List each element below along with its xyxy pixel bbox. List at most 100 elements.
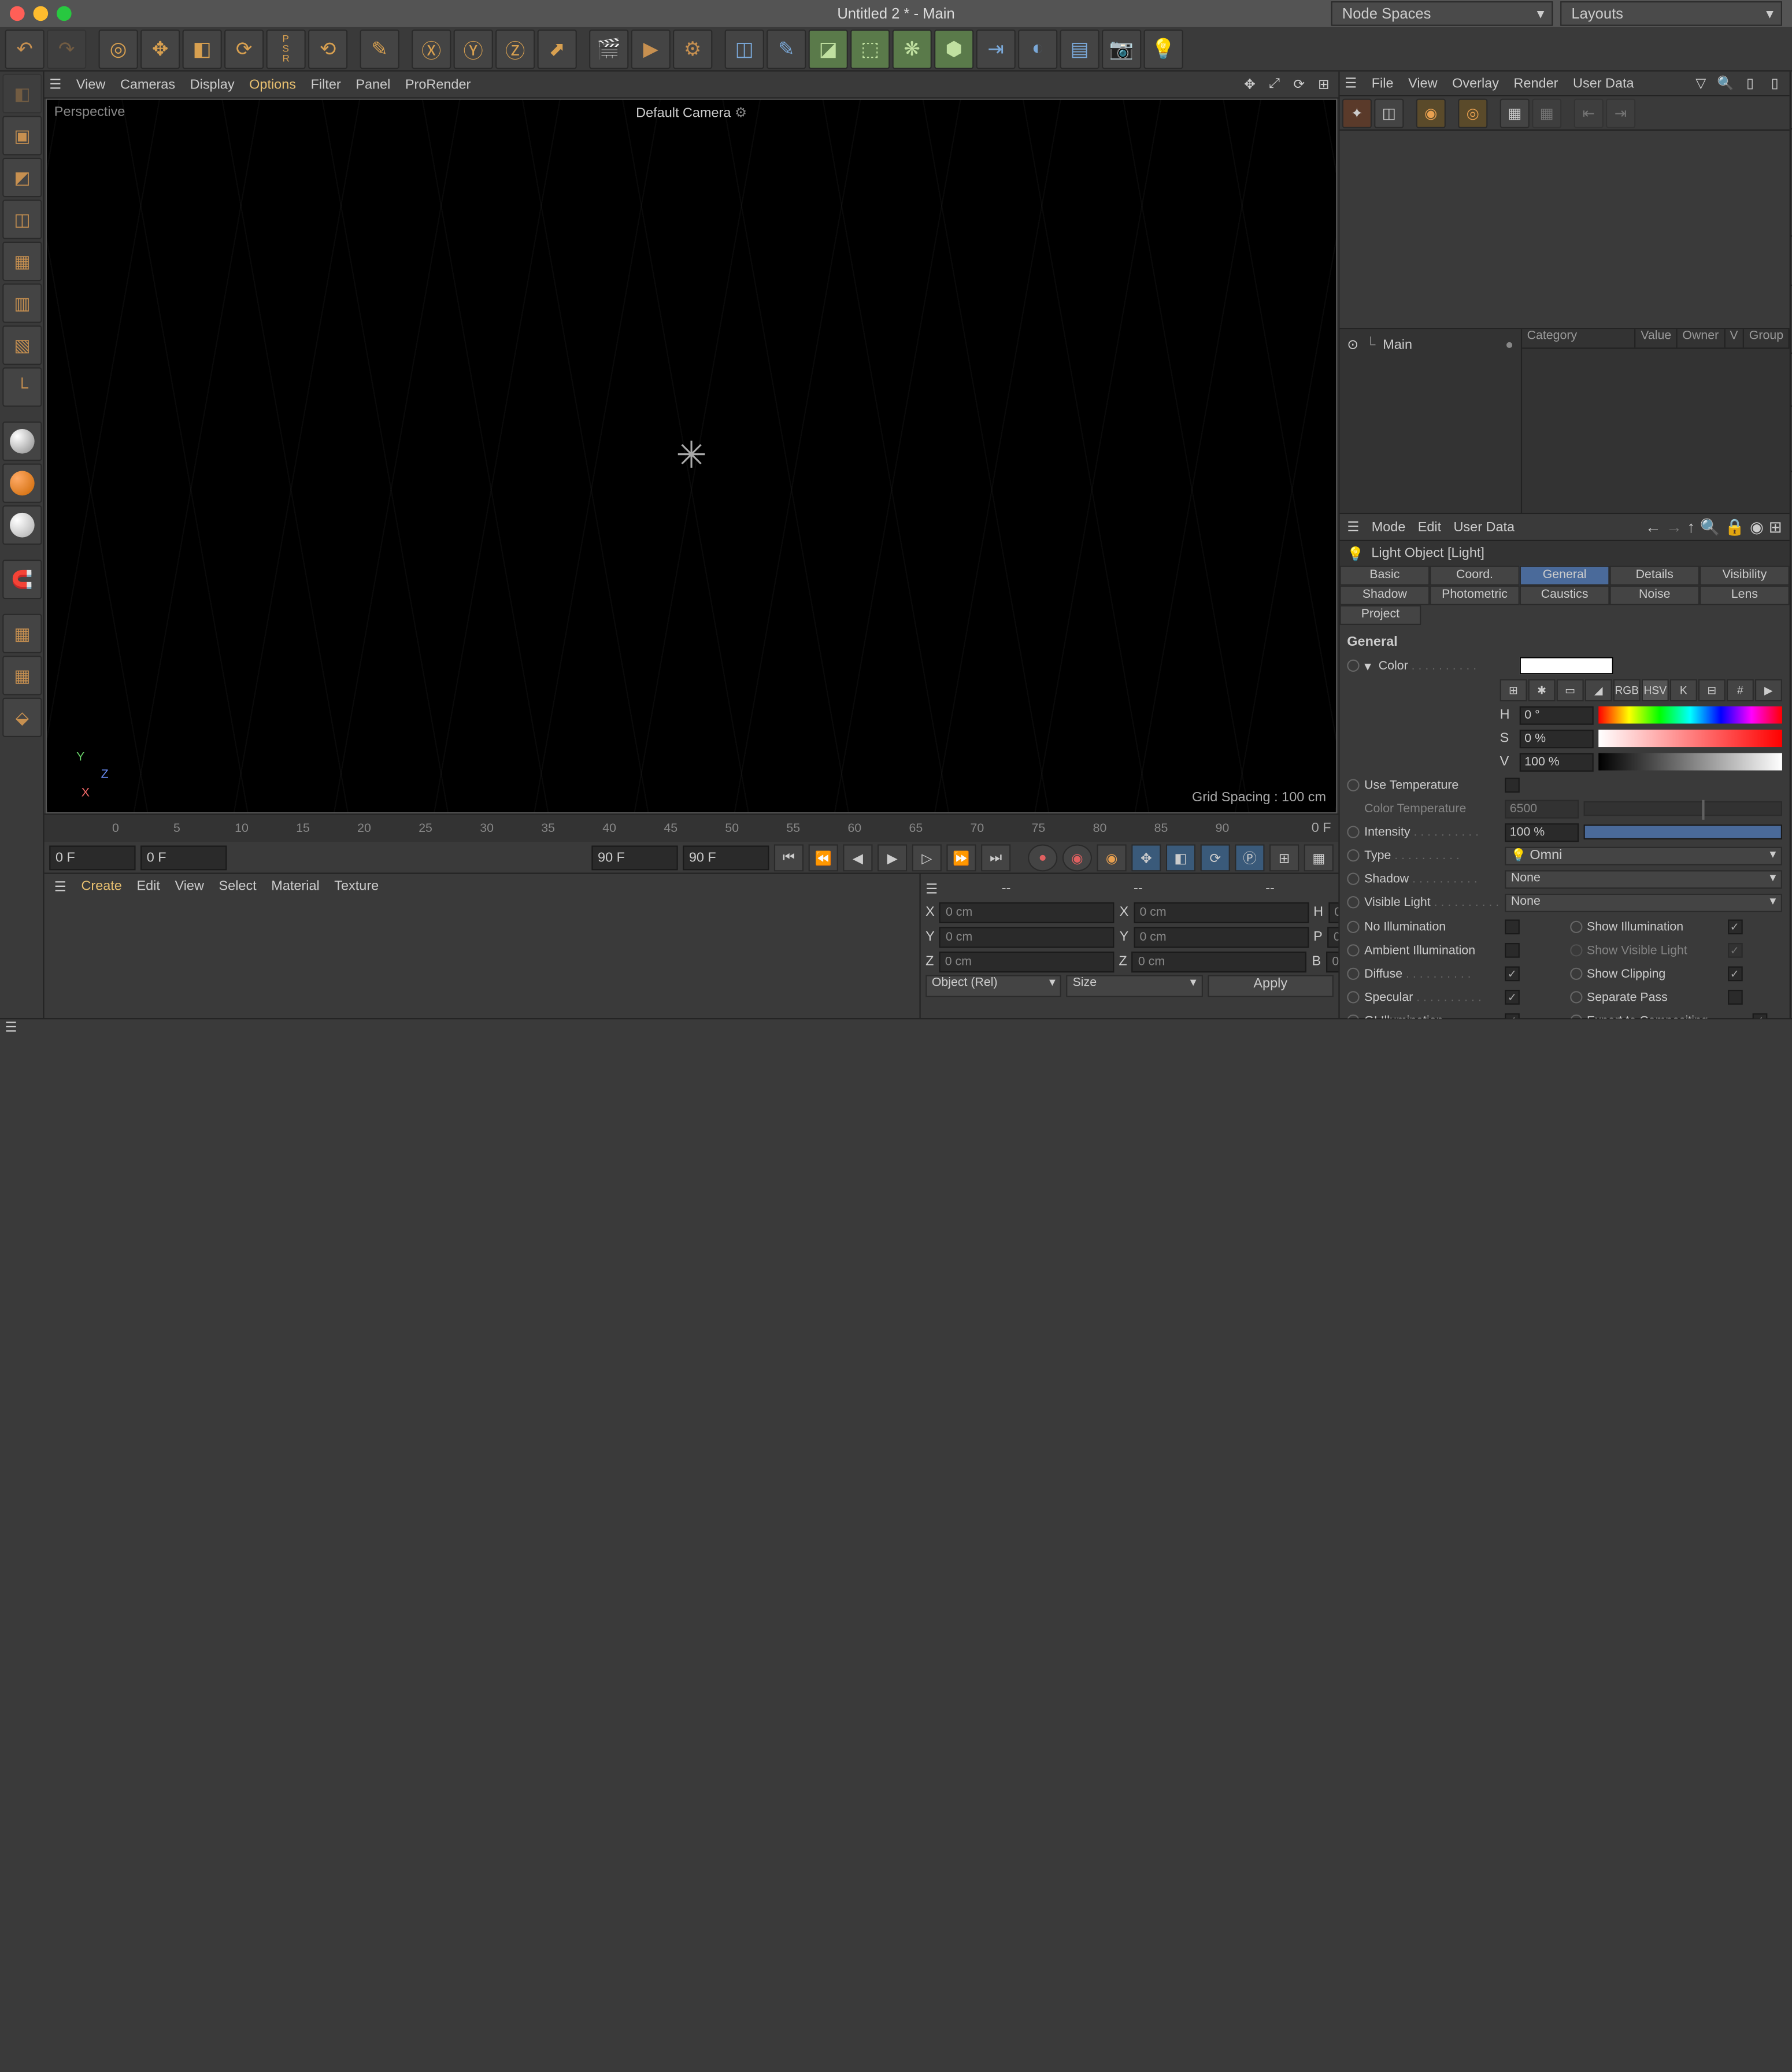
tab-general[interactable]: General bbox=[1520, 566, 1610, 586]
create-menu[interactable]: Create bbox=[81, 879, 121, 894]
view-icon[interactable]: ▯ bbox=[1740, 73, 1760, 93]
workplane-mode-button[interactable]: ◫ bbox=[2, 199, 42, 239]
tab-project[interactable]: Project bbox=[1340, 605, 1421, 625]
colormode-hex[interactable]: # bbox=[1727, 679, 1754, 701]
obj-tool-2[interactable]: ◫ bbox=[1374, 98, 1404, 127]
y-axis-toggle[interactable]: Ⓨ bbox=[454, 29, 493, 68]
hamburger-icon[interactable]: ☰ bbox=[49, 76, 61, 92]
recent-tool[interactable]: ✎ bbox=[360, 29, 399, 68]
hue-slider[interactable] bbox=[1598, 706, 1782, 724]
colormode-4[interactable]: ◢ bbox=[1585, 679, 1612, 701]
pos-y-input[interactable] bbox=[939, 926, 1115, 947]
edge-mode-button[interactable]: ▥ bbox=[2, 283, 42, 323]
tab-photometric[interactable]: Photometric bbox=[1430, 586, 1520, 605]
redo-button[interactable]: ↷ bbox=[47, 29, 86, 68]
panel-menu[interactable]: Panel bbox=[356, 77, 390, 92]
psr-tool[interactable]: PSR bbox=[266, 29, 306, 68]
z-axis-toggle[interactable]: Ⓩ bbox=[495, 29, 535, 68]
prev-key-button[interactable]: ⏪ bbox=[809, 844, 838, 871]
tab-coord[interactable]: Coord. bbox=[1430, 566, 1520, 586]
goto-start-button[interactable]: ⏮ bbox=[774, 844, 804, 871]
show-illum-checkbox[interactable] bbox=[1727, 920, 1742, 935]
colormode-1[interactable]: ⊞ bbox=[1500, 679, 1527, 701]
viewport-move-icon[interactable]: ✥ bbox=[1240, 75, 1260, 94]
render-view-button[interactable]: 🎬 bbox=[589, 29, 628, 68]
hamburger-icon[interactable]: ☰ bbox=[925, 881, 938, 897]
render-menu[interactable]: Render bbox=[1514, 76, 1558, 91]
key-scale-button[interactable]: ◧ bbox=[1166, 844, 1195, 871]
user-data-menu[interactable]: User Data bbox=[1573, 76, 1634, 91]
view-menu[interactable]: View bbox=[1408, 76, 1437, 91]
timeline-ruler[interactable]: 05 1015 2025 3035 4045 5055 6065 7075 80… bbox=[45, 815, 1339, 842]
environment-button[interactable]: ▤ bbox=[1060, 29, 1099, 68]
nav-back-icon[interactable]: ← bbox=[1645, 517, 1661, 536]
hamburger-icon[interactable]: ☰ bbox=[1345, 75, 1357, 91]
coord-size-dropdown[interactable]: Size bbox=[1067, 975, 1202, 997]
obj-tool-8[interactable]: ⇥ bbox=[1606, 98, 1635, 127]
layouts-dropdown[interactable]: Layouts bbox=[1560, 1, 1782, 26]
export-comp-checkbox[interactable] bbox=[1752, 1013, 1767, 1019]
show-clipping-checkbox[interactable] bbox=[1727, 967, 1742, 982]
camera-button[interactable]: ⇥ bbox=[976, 29, 1016, 68]
coord-mode-dropdown[interactable]: Object (Rel) bbox=[925, 975, 1061, 997]
viewport-perspective[interactable]: Perspective Default Camera ⚙ Y Z X Grid … bbox=[46, 99, 1337, 814]
intensity-slider[interactable] bbox=[1584, 824, 1782, 839]
file-menu[interactable]: File bbox=[1372, 76, 1394, 91]
type-dropdown[interactable]: 💡 Omni bbox=[1505, 846, 1782, 865]
colormode-rgb[interactable]: RGB bbox=[1613, 679, 1641, 701]
val-slider[interactable] bbox=[1598, 753, 1782, 771]
colormode-k[interactable]: K bbox=[1670, 679, 1697, 701]
visible-light-dropdown[interactable]: None bbox=[1505, 893, 1782, 912]
key-param-button[interactable]: Ⓟ bbox=[1235, 844, 1264, 871]
pos-x-input[interactable] bbox=[939, 902, 1115, 923]
edit-menu[interactable]: Edit bbox=[136, 879, 160, 894]
no-illum-checkbox[interactable] bbox=[1505, 920, 1520, 935]
viewport-solo-2[interactable] bbox=[2, 464, 42, 503]
search-icon[interactable]: 🔍 bbox=[1716, 73, 1735, 93]
obj-tool-6[interactable]: ▦ bbox=[1532, 98, 1561, 127]
hamburger-icon[interactable]: ☰ bbox=[54, 878, 66, 894]
separate-pass-checkbox[interactable] bbox=[1727, 990, 1742, 1005]
obj-tool-5[interactable]: ▦ bbox=[1500, 98, 1530, 127]
prev-frame-button[interactable]: ◀ bbox=[843, 844, 872, 871]
workplane-align-button[interactable]: ⬙ bbox=[2, 698, 42, 737]
texture-menu[interactable]: Texture bbox=[334, 879, 379, 894]
param-bullet[interactable] bbox=[1347, 660, 1359, 672]
play-button[interactable]: ▶ bbox=[878, 844, 907, 871]
viewport-zoom-icon[interactable]: ⤢ bbox=[1264, 75, 1284, 94]
timeline-end-input[interactable] bbox=[591, 846, 677, 871]
search-icon[interactable]: 🔍 bbox=[1700, 517, 1720, 536]
view-menu[interactable]: View bbox=[175, 879, 203, 894]
param-bullet[interactable] bbox=[1347, 896, 1359, 908]
mode-menu[interactable]: Mode bbox=[1372, 520, 1406, 535]
hamburger-icon[interactable]: ☰ bbox=[1347, 519, 1359, 535]
minimize-window-button[interactable] bbox=[34, 6, 49, 21]
edit-menu[interactable]: Edit bbox=[1418, 520, 1441, 535]
obj-tool-1[interactable]: ✦ bbox=[1342, 98, 1372, 127]
lock-icon[interactable]: 🔒 bbox=[1725, 517, 1745, 536]
locked-tool[interactable]: ⟲ bbox=[308, 29, 347, 68]
axis-mode-button[interactable]: └ bbox=[2, 367, 42, 406]
colormode-more[interactable]: ▶ bbox=[1755, 679, 1782, 701]
filter-icon[interactable]: ▽ bbox=[1691, 73, 1710, 93]
live-select-tool[interactable]: ◎ bbox=[99, 29, 138, 68]
overlay-menu[interactable]: Overlay bbox=[1452, 76, 1499, 91]
material-menu[interactable]: Material bbox=[271, 879, 319, 894]
size-y-input[interactable] bbox=[1134, 926, 1309, 947]
use-temp-checkbox[interactable] bbox=[1505, 778, 1520, 793]
intensity-input[interactable] bbox=[1505, 823, 1579, 841]
size-z-input[interactable] bbox=[1132, 951, 1307, 972]
make-editable-button[interactable]: ◧ bbox=[2, 74, 42, 113]
key-pla-button[interactable]: ⊞ bbox=[1269, 844, 1299, 871]
timeline-start-input[interactable] bbox=[49, 846, 135, 871]
object-tree[interactable] bbox=[1340, 131, 1790, 328]
rotate-tool[interactable]: ⟳ bbox=[224, 29, 264, 68]
tab-lens[interactable]: Lens bbox=[1700, 586, 1790, 605]
next-frame-button[interactable]: ▷ bbox=[912, 844, 942, 871]
size-x-input[interactable] bbox=[1134, 902, 1309, 923]
node-spaces-dropdown[interactable]: Node Spaces bbox=[1331, 1, 1553, 26]
sat-slider[interactable] bbox=[1598, 730, 1782, 747]
target-icon[interactable]: ◉ bbox=[1750, 517, 1764, 536]
key-rot-button[interactable]: ⟳ bbox=[1201, 844, 1230, 871]
next-key-button[interactable]: ⏩ bbox=[946, 844, 976, 871]
